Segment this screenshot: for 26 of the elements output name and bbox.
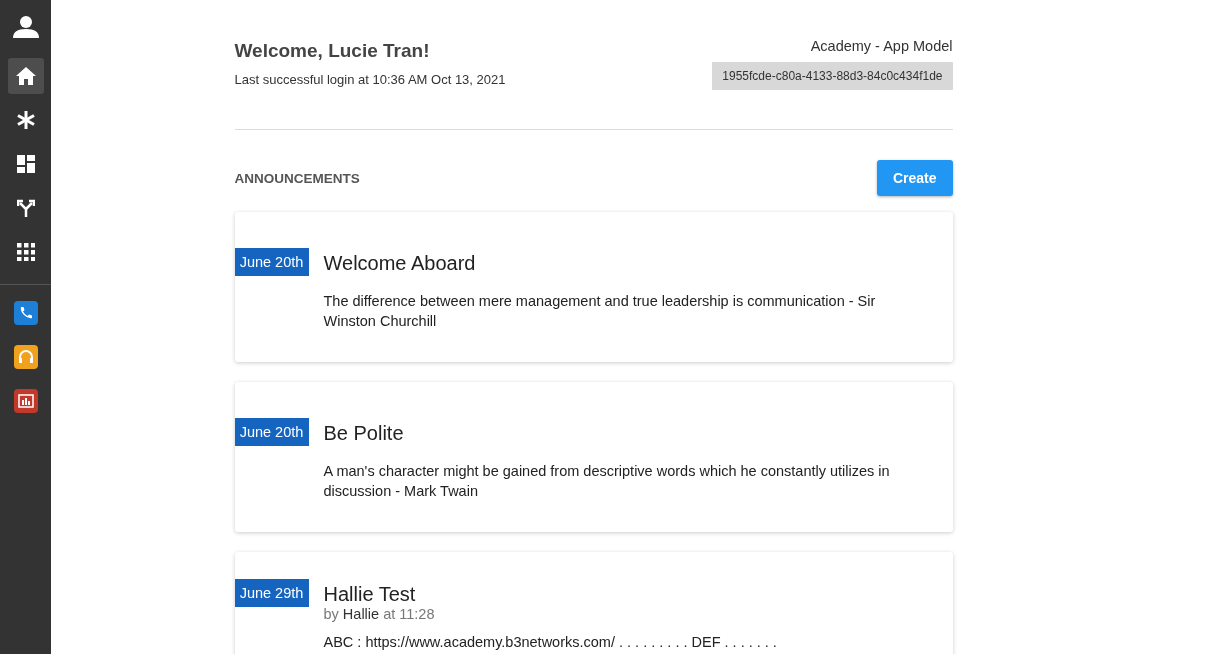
announcement-text: A man's character might be gained from descriptive words which he constantly utilizes in discussion - Mark Twain [323,462,891,501]
app-launcher-icon[interactable] [13,345,38,369]
user-avatar-icon[interactable] [12,16,39,38]
date-label: June 20th [234,418,309,446]
date-label: June 29th [234,579,309,607]
dashboard-icon [16,155,35,173]
last-login-text: Last successful login at 10:36 AM Oct 13, 2021 [234,72,506,87]
announcement-text: ABC : https://www.academy.b3networks.com/ . . . . . . . . . DEF . . . . . . . [323,633,777,652]
organization-name: Academy - App Model [810,38,953,54]
author-line: by Hallie at 11:28 [323,606,436,622]
create-button[interactable]: Create [876,160,953,196]
asterisk-icon [16,111,35,129]
announcement-text: The difference between mere management and true leadership is communication - Sir Winston Churchill [323,292,877,331]
apps-grid-icon [16,243,35,261]
section-heading: ANNOUNCEMENTS [234,170,360,186]
date-label: June 20th [234,248,309,276]
fork-arrow-icon [16,199,35,217]
home-icon [15,67,36,85]
sidebar-nav-item[interactable] [7,58,44,94]
app-launcher-icon[interactable] [13,389,38,413]
welcome-title: Welcome, Lucie Tran! [234,40,431,62]
app-launcher-icon[interactable] [13,301,38,325]
announcement-title: Be Polite [323,422,405,445]
announcement-title: Welcome Aboard [323,252,477,275]
organization-id: 1955fcde-c80a-4133-88d3-84c0c434f1de [712,62,953,90]
announcement-title: Hallie Test [323,583,417,606]
